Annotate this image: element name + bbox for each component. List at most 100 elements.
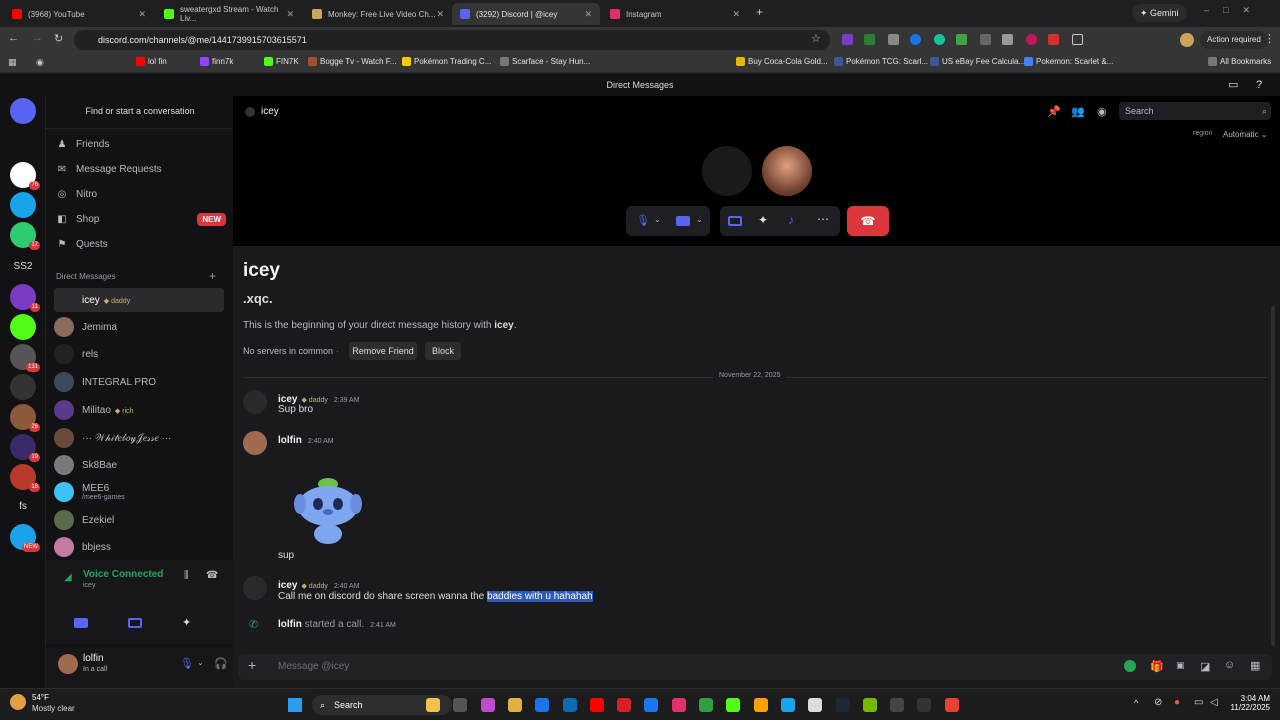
taskbar-app-icon[interactable] (753, 698, 768, 712)
wumpus-sticker[interactable] (288, 474, 368, 546)
weather-icon[interactable] (10, 694, 26, 710)
server-icon[interactable] (10, 314, 36, 340)
mutual-servers[interactable]: No servers in common (243, 346, 333, 356)
mic-icon[interactable]: ● (1174, 697, 1180, 708)
screen-share-icon[interactable] (728, 216, 742, 226)
volume-icon[interactable]: ◁ (1210, 697, 1218, 708)
bookmark-item[interactable]: finn7k (200, 57, 233, 66)
noise-suppression-icon[interactable]: ⫼ (184, 570, 189, 581)
nav-nitro[interactable]: ◎ Nitro (56, 184, 98, 204)
avatar[interactable] (58, 654, 78, 674)
extension-icon[interactable] (934, 34, 945, 45)
nav-quests[interactable]: ⚑ Quests (56, 234, 108, 254)
taskbar-app-icon[interactable] (699, 698, 713, 712)
taskbar-app-icon[interactable] (862, 698, 877, 712)
taskbar-app-icon[interactable] (808, 698, 823, 712)
gift-icon[interactable]: 🎁 (1150, 660, 1164, 673)
bookmark-item[interactable]: Bogge Tv - Watch F... (308, 57, 396, 66)
chevron-down-icon[interactable]: ⌄ (696, 215, 703, 224)
avatar[interactable] (243, 431, 267, 455)
voice-channel[interactable]: icey (83, 582, 95, 589)
weather-temp[interactable]: 54°F (32, 693, 49, 702)
puzzle-icon[interactable] (1072, 34, 1083, 45)
participant-avatar[interactable] (762, 146, 812, 196)
bookmark-icon[interactable]: ◉ (36, 57, 44, 68)
taskbar-app-icon[interactable] (644, 698, 659, 712)
taskbar-app-icon[interactable] (890, 698, 905, 712)
server-icon[interactable]: 76 (10, 162, 40, 190)
taskbar-app-icon[interactable] (507, 698, 522, 712)
server-icon[interactable]: 131 (10, 344, 40, 372)
author-name[interactable]: lolfin (278, 435, 302, 446)
emoji-icon[interactable]: ☺ (1224, 659, 1235, 671)
forward-icon[interactable]: → (32, 32, 43, 44)
menu-icon[interactable]: ⋮ (1264, 32, 1275, 45)
extension-icon[interactable] (980, 34, 991, 45)
server-icon[interactable]: 26 (10, 404, 40, 432)
bookmark-item[interactable]: US eBay Fee Calcula... (930, 57, 1025, 66)
clock[interactable]: 3:04 AM 11/22/2025 (1226, 694, 1270, 712)
nav-friends[interactable]: ♟ Friends (56, 134, 110, 154)
add-friends-icon[interactable]: 👥 (1071, 105, 1085, 118)
nav-message-requests[interactable]: ✉ Message Requests (56, 159, 162, 179)
address-bar[interactable]: discord.com/channels/@me/144173991570361… (74, 30, 830, 50)
weather-desc[interactable]: Mostly clear (32, 704, 75, 713)
more-icon[interactable]: ⋯ (817, 212, 829, 226)
gif-icon[interactable]: ▣ (1176, 660, 1185, 671)
back-icon[interactable]: ← (8, 32, 19, 44)
dm-item[interactable]: ··· 𝒲𝒽𝒾𝓉𝑒𝒷𝑜𝓎𝒥𝑒𝓈𝓈𝑒 ··· (54, 426, 224, 450)
taskbar-app-icon[interactable] (535, 698, 550, 712)
activities-icon[interactable]: ✦ (758, 213, 768, 227)
taskbar-app-icon[interactable] (917, 698, 932, 712)
server-icon[interactable] (10, 98, 36, 124)
bookmark-item[interactable]: Pokemon: Scarlet &... (1024, 57, 1113, 66)
taskbar-app-icon[interactable] (726, 698, 741, 712)
voice-status[interactable]: Voice Connected (83, 569, 163, 580)
taskbar-app-icon[interactable] (617, 698, 632, 712)
server-icon[interactable]: NEW (10, 524, 40, 552)
browser-tab[interactable]: (3968) YouTube ✕ (4, 3, 154, 25)
browser-tab[interactable]: Instagram ✕ (602, 3, 748, 25)
bookmark-star-icon[interactable]: ☆ (811, 32, 821, 45)
taskbar-app-icon[interactable] (480, 698, 495, 712)
server-icon[interactable]: 11 (10, 284, 40, 312)
taskbar-app-icon[interactable] (453, 698, 468, 712)
disconnect-icon[interactable]: ☎ (206, 570, 218, 581)
profile-avatar[interactable] (1180, 33, 1194, 47)
dm-item[interactable]: MEE6/mee6-games (54, 480, 224, 504)
extension-icon[interactable] (1002, 34, 1013, 45)
chevron-down-icon[interactable]: ⌄ (654, 215, 661, 224)
grammarly-icon[interactable] (1124, 660, 1136, 672)
scrollbar[interactable] (1271, 306, 1275, 646)
chevron-up-icon[interactable]: ^ (1134, 698, 1138, 708)
bookmark-item[interactable]: Pokémon TCG: Scarl... (834, 57, 928, 66)
action-required-button[interactable]: Action required (1200, 31, 1268, 49)
end-call-button[interactable]: ☎ (847, 206, 889, 236)
block-button[interactable]: Block (425, 342, 461, 360)
new-tab-button[interactable]: + (756, 5, 763, 19)
create-dm-icon[interactable]: + (209, 269, 216, 283)
window-controls[interactable]: –□✕ (1204, 5, 1264, 16)
all-bookmarks[interactable]: All Bookmarks (1208, 57, 1271, 66)
author-name[interactable]: icey (278, 580, 297, 591)
dm-item[interactable]: Militao ◆ rich (54, 398, 224, 422)
taskbar-app-icon[interactable] (589, 698, 604, 712)
apps-icon[interactable]: ▦ (8, 57, 17, 68)
gemini-button[interactable]: ✦ Gemini (1132, 4, 1187, 22)
dm-item[interactable]: rels (54, 342, 224, 366)
help-icon[interactable]: ? (1256, 74, 1262, 96)
server-icon[interactable]: 18 (10, 464, 40, 492)
sticker-icon[interactable]: ◪ (1200, 660, 1210, 673)
profile-icon[interactable]: ◉ (1097, 105, 1107, 118)
bookmark-item[interactable]: Scarface - Stay Hun... (500, 57, 590, 66)
extension-icon[interactable] (842, 34, 853, 45)
dm-item[interactable]: Sk8Bae (54, 453, 224, 477)
nav-shop[interactable]: ◧ Shop NEW (56, 209, 226, 229)
attach-plus-icon[interactable]: + (248, 657, 256, 673)
apps-icon[interactable]: ▦ (1250, 659, 1260, 672)
taskbar-app-icon[interactable] (835, 698, 850, 712)
camera-icon[interactable] (74, 618, 88, 628)
reload-icon[interactable]: ↻ (54, 32, 63, 45)
extension-icon[interactable] (910, 34, 921, 45)
dm-item[interactable]: icey ◆ daddy (54, 288, 224, 312)
